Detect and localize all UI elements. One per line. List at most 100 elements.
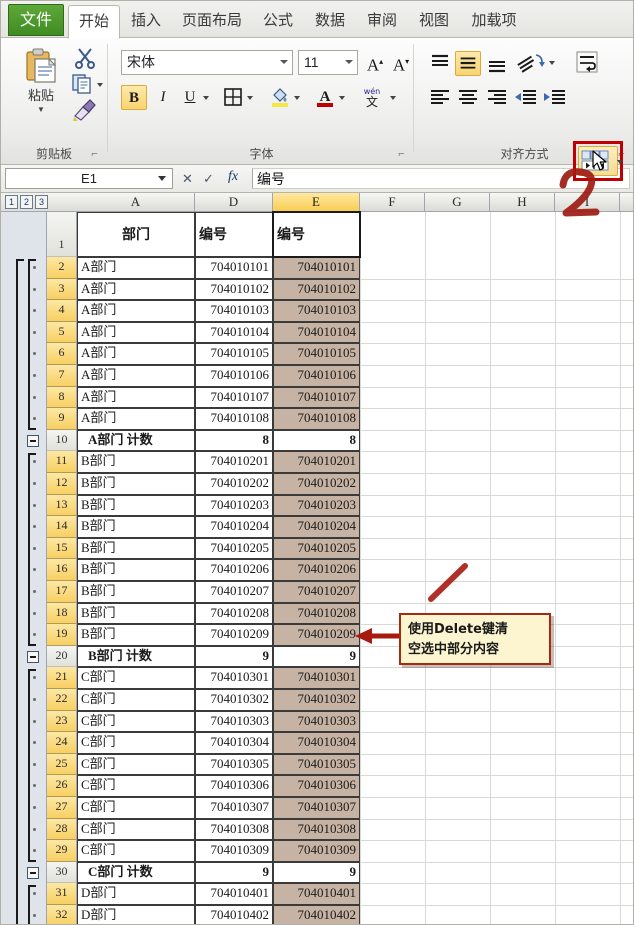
cell-E4[interactable]: 704010103	[273, 300, 360, 322]
cell-E29[interactable]: 704010309	[273, 840, 360, 862]
cell-A2[interactable]: A部门	[77, 257, 195, 279]
outline-level-button-1[interactable]: 1	[5, 195, 18, 209]
ribbon-tab-1[interactable]: 开始	[68, 5, 120, 39]
cell-D31[interactable]: 704010401	[195, 883, 273, 905]
cell-E11[interactable]: 704010201	[273, 451, 360, 473]
cell-A16[interactable]: B部门	[77, 559, 195, 581]
name-box-dropdown-icon[interactable]	[158, 176, 166, 181]
merge-center-dropdown-caret[interactable]	[617, 160, 623, 164]
row-header-14[interactable]: 14	[47, 516, 77, 538]
cell-E12[interactable]: 704010202	[273, 473, 360, 495]
cell-E28[interactable]: 704010308	[273, 818, 360, 841]
cell-E18[interactable]: 704010208	[273, 602, 360, 625]
align-left-button[interactable]	[427, 85, 453, 110]
cell-A27[interactable]: C部门	[77, 797, 195, 819]
clipboard-dialog-launcher[interactable]: ⌐	[88, 148, 101, 161]
outline-collapse-button-30[interactable]	[27, 866, 39, 879]
row-header-24[interactable]: 24	[47, 732, 77, 754]
cell-A8[interactable]: A部门	[77, 386, 195, 409]
cell-D27[interactable]: 704010307	[195, 797, 273, 819]
paste-dropdown-caret[interactable]: ▼	[12, 105, 70, 114]
row-header-29[interactable]: 29	[47, 840, 77, 862]
cell-D17[interactable]: 704010207	[195, 581, 273, 603]
cell-D1[interactable]: 编号	[195, 212, 273, 257]
row-header-25[interactable]: 25	[47, 753, 77, 776]
cell-A17[interactable]: B部门	[77, 581, 195, 603]
align-bottom-button[interactable]	[484, 51, 510, 76]
align-right-button[interactable]	[484, 85, 510, 110]
paste-button[interactable]: 粘贴 ▼	[12, 44, 70, 130]
cell-E19[interactable]: 704010209	[273, 624, 360, 646]
row-header-20[interactable]: 20	[47, 645, 77, 668]
row-header-11[interactable]: 11	[47, 451, 77, 473]
cell-D13[interactable]: 704010203	[195, 494, 273, 517]
cell-A5[interactable]: A部门	[77, 321, 195, 344]
underline-button[interactable]: U	[177, 85, 203, 110]
borders-button[interactable]	[220, 85, 246, 110]
cell-E21[interactable]: 704010301	[273, 667, 360, 689]
ribbon-tab-4[interactable]: 公式	[252, 6, 304, 38]
cell-E8[interactable]: 704010107	[273, 386, 360, 409]
align-middle-button[interactable]	[455, 51, 481, 76]
format-painter-button[interactable]	[71, 98, 97, 122]
ribbon-tab-5[interactable]: 数据	[304, 6, 356, 38]
accept-formula-icon[interactable]: ✓	[199, 169, 218, 188]
cell-D18[interactable]: 704010208	[195, 602, 273, 625]
cell-D25[interactable]: 704010305	[195, 753, 273, 776]
cell-D12[interactable]: 704010202	[195, 473, 273, 495]
cell-D3[interactable]: 704010102	[195, 278, 273, 301]
cell-A12[interactable]: B部门	[77, 473, 195, 495]
cut-button[interactable]	[73, 46, 97, 70]
cell-E26[interactable]: 704010306	[273, 775, 360, 797]
fill-color-dropdown-caret[interactable]	[294, 96, 300, 100]
font-color-dropdown-caret[interactable]	[339, 96, 345, 100]
column-header-E[interactable]: E	[273, 193, 360, 211]
copy-button[interactable]	[71, 73, 95, 95]
cell-A1[interactable]: 部门	[77, 212, 195, 257]
column-header-G[interactable]: G	[425, 193, 490, 211]
cell-A10[interactable]: A部门 计数	[77, 429, 195, 452]
row-header-30[interactable]: 30	[47, 861, 77, 884]
row-header-1[interactable]: 1	[47, 212, 77, 257]
cancel-formula-icon[interactable]: ✕	[178, 169, 197, 188]
row-header-8[interactable]: 8	[47, 386, 77, 409]
cell-D5[interactable]: 704010104	[195, 321, 273, 344]
cell-E27[interactable]: 704010307	[273, 797, 360, 819]
cell-D23[interactable]: 704010303	[195, 710, 273, 733]
row-header-31[interactable]: 31	[47, 883, 77, 905]
cell-D8[interactable]: 704010107	[195, 386, 273, 409]
cell-A11[interactable]: B部门	[77, 451, 195, 473]
row-header-15[interactable]: 15	[47, 537, 77, 560]
row-header-9[interactable]: 9	[47, 408, 77, 430]
cell-E10[interactable]: 8	[273, 429, 360, 452]
cell-D28[interactable]: 704010308	[195, 818, 273, 841]
decrease-indent-button[interactable]	[513, 85, 539, 110]
cell-E1[interactable]: 编号	[273, 212, 360, 257]
outline-collapse-button-20[interactable]	[27, 650, 39, 663]
increase-font-size-button[interactable]: A▴	[362, 49, 388, 75]
name-box[interactable]: E1	[5, 168, 173, 189]
orientation-dropdown-caret[interactable]	[549, 61, 555, 65]
cell-A30[interactable]: C部门 计数	[77, 861, 195, 884]
cell-D11[interactable]: 704010201	[195, 451, 273, 473]
decrease-font-size-button[interactable]: A▾	[388, 49, 414, 75]
cell-D22[interactable]: 704010302	[195, 689, 273, 711]
cell-D32[interactable]: 704010402	[195, 905, 273, 925]
cell-E32[interactable]: 704010402	[273, 905, 360, 925]
cell-D2[interactable]: 704010101	[195, 257, 273, 279]
ribbon-tab-7[interactable]: 视图	[408, 6, 460, 38]
column-header-A[interactable]: A	[77, 193, 195, 211]
cell-A25[interactable]: C部门	[77, 753, 195, 776]
ribbon-tab-0[interactable]: 文件	[8, 4, 64, 36]
cell-A6[interactable]: A部门	[77, 343, 195, 365]
cell-E7[interactable]: 704010106	[273, 365, 360, 387]
font-size-dropdown-icon[interactable]	[345, 60, 353, 64]
cell-E15[interactable]: 704010205	[273, 537, 360, 560]
row-header-21[interactable]: 21	[47, 667, 77, 689]
italic-button[interactable]: I	[150, 85, 176, 110]
cell-D14[interactable]: 704010204	[195, 516, 273, 538]
cell-D4[interactable]: 704010103	[195, 300, 273, 322]
cell-A3[interactable]: A部门	[77, 278, 195, 301]
cell-D7[interactable]: 704010106	[195, 365, 273, 387]
row-header-4[interactable]: 4	[47, 300, 77, 322]
